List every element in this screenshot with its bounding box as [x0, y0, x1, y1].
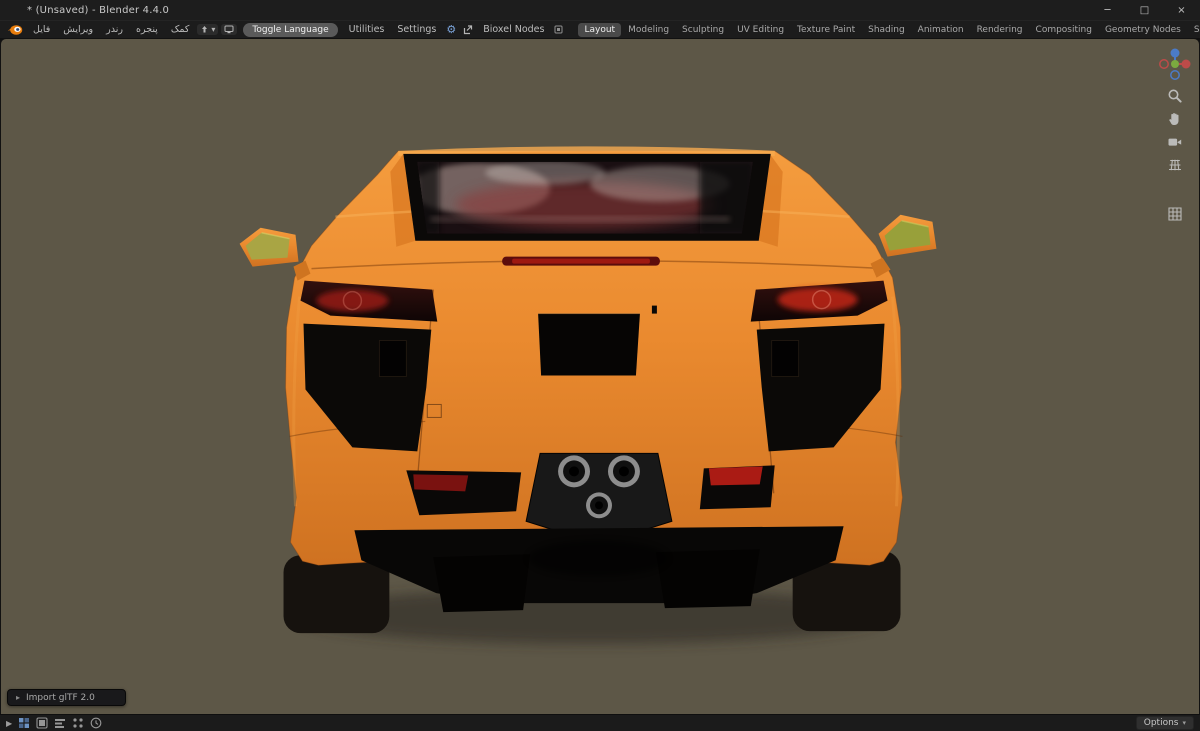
tab-shading[interactable]: Shading: [862, 23, 911, 37]
editor-grid-icon[interactable]: [18, 717, 30, 729]
camera-view-icon[interactable]: [1167, 134, 1183, 150]
tab-geometry-nodes[interactable]: Geometry Nodes: [1099, 23, 1187, 37]
viewport-area: ▸ Import glTF 2.0: [0, 38, 1200, 714]
menu-help[interactable]: کمک: [165, 23, 196, 36]
monitor-icon: [224, 25, 234, 34]
window-controls: ─ □ ×: [1089, 0, 1200, 20]
titlebar: * (Unsaved) - Blender 4.4.0 ─ □ ×: [0, 0, 1200, 20]
navigation-gizmo-icon[interactable]: [1158, 47, 1192, 81]
tab-sculpting[interactable]: Sculpting: [676, 23, 730, 37]
tab-compositing[interactable]: Compositing: [1030, 23, 1098, 37]
chevron-down-icon: ▾: [1182, 719, 1186, 727]
options-label: Options: [1143, 718, 1179, 728]
window-title: * (Unsaved) - Blender 4.4.0: [27, 4, 170, 16]
menu-window[interactable]: پنجره: [130, 23, 164, 36]
import-export-dropdown[interactable]: ▾: [197, 24, 219, 35]
chevron-down-icon: ▾: [211, 25, 216, 34]
toggle-language-button[interactable]: Toggle Language: [243, 22, 338, 37]
menu-render[interactable]: رندر: [100, 23, 129, 36]
viewport-gizmos: [1158, 47, 1192, 222]
perspective-toggle-icon[interactable]: [1167, 157, 1183, 173]
minimize-button[interactable]: ─: [1089, 0, 1126, 20]
editor-bars-icon[interactable]: [54, 717, 66, 729]
tab-modeling[interactable]: Modeling: [622, 23, 675, 37]
tab-animation[interactable]: Animation: [912, 23, 970, 37]
operator-redo-panel[interactable]: ▸ Import glTF 2.0: [7, 689, 126, 706]
tab-layout[interactable]: Layout: [578, 22, 622, 37]
editor-clock-icon[interactable]: [90, 717, 102, 729]
zoom-icon[interactable]: [1167, 88, 1183, 104]
arrow-up-icon: [202, 26, 208, 33]
grid-icon[interactable]: [1167, 206, 1183, 222]
maximize-button[interactable]: □: [1126, 0, 1163, 20]
pan-hand-icon[interactable]: [1167, 111, 1183, 127]
editor-layers-icon[interactable]: [36, 717, 48, 729]
options-button[interactable]: Options ▾: [1135, 716, 1194, 730]
operator-label: Import glTF 2.0: [26, 692, 95, 703]
car-model[interactable]: [1, 39, 1199, 714]
car-rear-window: [403, 153, 771, 241]
statusbar: ▶ Options ▾: [0, 714, 1200, 731]
display-mode-button[interactable]: [221, 24, 238, 35]
menu-file[interactable]: فایل: [27, 23, 56, 36]
editor-toggle-icon[interactable]: [551, 25, 566, 34]
menu-settings[interactable]: Settings: [391, 23, 442, 36]
caret-right-icon: ▸: [16, 693, 21, 702]
viewport-3d[interactable]: ▸ Import glTF 2.0: [1, 39, 1199, 714]
tab-scripting[interactable]: Scripting: [1188, 23, 1200, 37]
blender-logo-icon[interactable]: [7, 24, 23, 36]
tab-uv-editing[interactable]: UV Editing: [731, 23, 790, 37]
settings-gear-icon[interactable]: ⚙: [443, 23, 459, 36]
menu-edit[interactable]: ویرایش: [57, 23, 99, 36]
tab-texture-paint[interactable]: Texture Paint: [791, 23, 861, 37]
topbar: فایل ویرایش رندر پنجره کمک ▾ Toggle Lang…: [0, 20, 1200, 38]
play-icon[interactable]: ▶: [6, 719, 12, 728]
menu-bioxel-nodes[interactable]: Bioxel Nodes: [477, 23, 550, 36]
workspace-tabs: Layout Modeling Sculpting UV Editing Tex…: [578, 22, 1200, 37]
blender-window: * (Unsaved) - Blender 4.4.0 ─ □ × فایل و…: [0, 0, 1200, 731]
tab-rendering[interactable]: Rendering: [971, 23, 1029, 37]
close-button[interactable]: ×: [1163, 0, 1200, 20]
editor-dots-icon[interactable]: [72, 717, 84, 729]
external-link-icon[interactable]: [460, 24, 476, 35]
menu-utilities[interactable]: Utilities: [343, 23, 391, 36]
